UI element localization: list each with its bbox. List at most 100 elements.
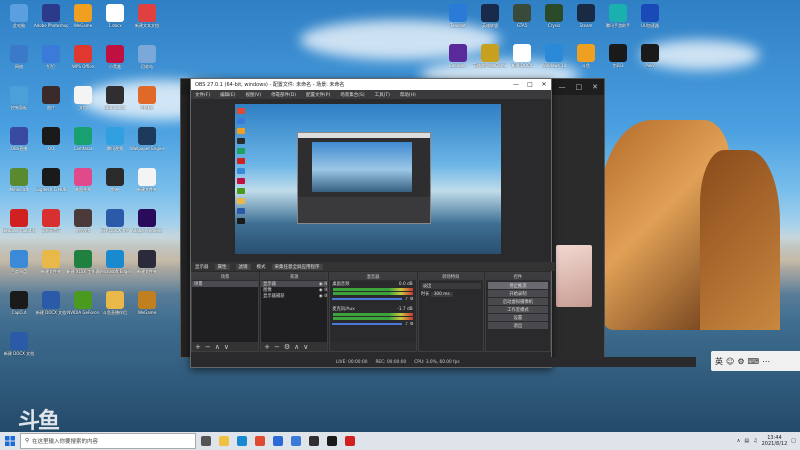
- taskbar-mail-button[interactable]: [288, 434, 304, 448]
- keyboard-icon[interactable]: ⌨: [748, 357, 760, 366]
- desktop-icon[interactable]: 新建 DOCX 文档: [98, 209, 132, 233]
- transition-select[interactable]: 淡出: [420, 283, 481, 289]
- network-icon[interactable]: ▤: [744, 438, 749, 444]
- taskbar-qq-button[interactable]: [324, 434, 340, 448]
- control-button[interactable]: 停止推流: [487, 282, 548, 289]
- minimize-icon[interactable]: —: [509, 81, 523, 88]
- gear-icon[interactable]: ⚙: [410, 322, 414, 327]
- obs-window[interactable]: OBS 27.0.1 (64-bit, windows) - 配置文件: 未命名…: [190, 78, 696, 368]
- lock-icon[interactable]: ⌷: [325, 294, 328, 299]
- menu-item[interactable]: 工具(T): [375, 92, 390, 98]
- down-icon[interactable]: ∨: [224, 343, 229, 351]
- control-button[interactable]: 启动虚拟摄像机: [487, 298, 548, 305]
- taskbar-netease-music-button[interactable]: [342, 434, 358, 448]
- menu-item[interactable]: 帮助(H): [400, 92, 416, 98]
- scene-item[interactable]: 场景: [192, 281, 259, 287]
- control-button[interactable]: 开始录制: [487, 290, 548, 297]
- desktop-icon[interactable]: 新建 XLSX 工作表: [66, 250, 100, 274]
- desktop-icon[interactable]: 斗鱼直播伴侣: [98, 291, 132, 315]
- desktop-icon[interactable]: 新建文件夹: [34, 250, 68, 274]
- desktop-icon[interactable]: UU加速器: [633, 4, 667, 28]
- emoji-icon[interactable]: ☺: [726, 357, 734, 366]
- add-icon[interactable]: +: [264, 343, 270, 351]
- desktop-icon[interactable]: Windows 10: [537, 44, 571, 68]
- desktop-icon[interactable]: 新建文件夹: [130, 250, 164, 274]
- desktop-icon[interactable]: Logitech G HUB: [34, 168, 68, 192]
- ime-toolbar[interactable]: 英 ☺ ⚙ ⌨ ⋯: [711, 351, 800, 371]
- desktop-icon[interactable]: GTA5: [505, 4, 539, 28]
- desktop-icon[interactable]: Camtasia: [66, 127, 100, 151]
- desktop-icon[interactable]: 新建 DOCX: [505, 44, 539, 68]
- desktop-icon[interactable]: 全民K歌: [130, 86, 164, 110]
- desktop-icon[interactable]: 腾讯视频: [98, 127, 132, 151]
- menu-item[interactable]: 文件(F): [195, 92, 210, 98]
- control-button[interactable]: 设置: [487, 314, 548, 321]
- speaker-icon[interactable]: ♪: [405, 297, 408, 302]
- desktop-icon[interactable]: QQ: [34, 127, 68, 151]
- program-preview[interactable]: [235, 104, 501, 254]
- desktop-icon[interactable]: 剑网3: [601, 44, 635, 68]
- desktop-icon[interactable]: 新建 DOCX 文档: [2, 332, 36, 356]
- desktop-icon[interactable]: Adobe Photoshop: [34, 4, 68, 28]
- desktop-icon[interactable]: 新建文件夹: [130, 168, 164, 192]
- speaker-icon[interactable]: ♪: [405, 322, 408, 327]
- desktop-icon[interactable]: OBS直播: [2, 127, 36, 151]
- lock-icon[interactable]: ⌷: [325, 288, 328, 293]
- duration-input[interactable]: 300 ms: [430, 291, 453, 297]
- taskbar-obs-button[interactable]: [306, 434, 322, 448]
- desktop-icon[interactable]: 回收站: [130, 45, 164, 69]
- volume-slider[interactable]: [332, 298, 403, 300]
- gear-icon[interactable]: ⚙: [410, 297, 414, 302]
- settings-icon[interactable]: ⚙: [737, 357, 744, 366]
- notification-icon[interactable]: □: [791, 438, 796, 444]
- control-button[interactable]: 退出: [487, 322, 548, 329]
- menu-item[interactable]: 编辑(E): [220, 92, 235, 98]
- desktop-icon[interactable]: 新建文本文档: [130, 4, 164, 28]
- desktop-icon[interactable]: 1.docx: [98, 4, 132, 28]
- desktop-icon[interactable]: Minecraft: [2, 168, 36, 192]
- eye-icon[interactable]: ◉: [319, 294, 323, 299]
- up-icon[interactable]: ∧: [294, 343, 299, 351]
- desktop-icon[interactable]: Adobe Premiere: [130, 209, 164, 233]
- remove-icon[interactable]: −: [274, 343, 280, 351]
- close-icon[interactable]: ✕: [592, 83, 598, 91]
- desktop-icon[interactable]: 文档: [66, 86, 100, 110]
- desktop-icon[interactable]: 斗鱼: [569, 44, 603, 68]
- eye-icon[interactable]: ◉: [319, 288, 323, 293]
- menu-item[interactable]: 视图(V): [245, 92, 261, 98]
- desktop-icon[interactable]: 新建 DOCX 文档: [34, 291, 68, 315]
- desktop-icon[interactable]: WPS Office: [66, 45, 100, 69]
- properties-button[interactable]: 属性: [214, 263, 230, 270]
- desktop-icon[interactable]: Blender: [441, 44, 475, 68]
- desktop-icon[interactable]: 图片: [34, 86, 68, 110]
- desktop-icon[interactable]: Tencent: [441, 4, 475, 28]
- menu-item[interactable]: 配置文件(P): [306, 92, 330, 98]
- desktop-icon[interactable]: Crysis: [537, 4, 571, 28]
- lock-icon[interactable]: ⌷: [325, 282, 328, 287]
- control-button[interactable]: 工作室模式: [487, 306, 548, 313]
- start-button[interactable]: [0, 432, 20, 450]
- maximize-icon[interactable]: □: [576, 83, 583, 91]
- desktop-icon[interactable]: 网易云音乐: [34, 209, 68, 233]
- desktop-icon[interactable]: 英雄联盟WeGame: [473, 44, 507, 68]
- chevron-up-icon[interactable]: ∧: [737, 438, 741, 444]
- volume-slider[interactable]: [332, 323, 403, 325]
- desktop-icon[interactable]: Wallpaper Engine: [130, 127, 164, 151]
- taskbar-store-button[interactable]: [270, 434, 286, 448]
- menu-item[interactable]: 停靠部件(D): [271, 92, 296, 98]
- clock[interactable]: 13:44 2021/8/12: [762, 435, 788, 447]
- desktop-icon[interactable]: WeGame: [130, 291, 164, 315]
- more-icon[interactable]: ⋯: [762, 357, 770, 366]
- minimize-icon[interactable]: —: [559, 83, 566, 91]
- desktop-icon[interactable]: Steam: [569, 4, 603, 28]
- remove-icon[interactable]: −: [205, 343, 211, 351]
- close-icon[interactable]: ✕: [537, 81, 551, 88]
- desktop-icon[interactable]: 美图秀秀: [66, 168, 100, 192]
- desktop-icon[interactable]: 教程视频: [66, 209, 100, 233]
- desktop-icon[interactable]: CapCut: [2, 291, 36, 315]
- desktop-icon[interactable]: 钉钉: [34, 45, 68, 69]
- desktop-icon[interactable]: 小黑盒: [98, 45, 132, 69]
- desktop-icon[interactable]: 控制面板: [2, 86, 36, 110]
- taskbar-edge-button[interactable]: [234, 434, 250, 448]
- menu-item[interactable]: 场景集合(S): [340, 92, 364, 98]
